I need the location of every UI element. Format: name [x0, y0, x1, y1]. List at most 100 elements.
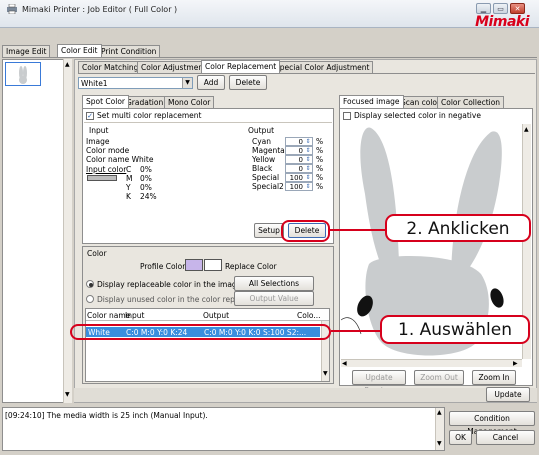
input-y-value: 0% — [140, 183, 152, 192]
tab-color-matching[interactable]: Color Matching — [78, 61, 143, 73]
tab-color-adjustment[interactable]: Color Adjustment — [137, 61, 211, 73]
stepper-arrows-icon[interactable]: ⇕ — [304, 183, 312, 191]
replace-color-label: Replace Color — [225, 262, 277, 271]
input-y-label: Y — [126, 183, 131, 192]
delete-set-button[interactable]: Delete — [229, 75, 267, 90]
stepper-arrows-icon[interactable]: ⇕ — [304, 147, 312, 155]
output-yellow-stepper[interactable]: 0 ⇕ — [285, 155, 313, 164]
add-button[interactable]: Add — [197, 75, 225, 90]
col-header-input: Input — [125, 311, 145, 320]
minimize-button[interactable]: ▁ — [476, 3, 491, 14]
color-name-label: Color name White — [86, 155, 154, 164]
scroll-up-arrow-icon[interactable]: ▲ — [65, 61, 70, 68]
negative-checkbox[interactable] — [343, 112, 351, 120]
scroll-up-arrow-icon[interactable]: ▲ — [437, 409, 442, 416]
delete-highlight-ring — [281, 220, 330, 242]
maximize-button[interactable]: ▭ — [493, 3, 508, 14]
printer-app-icon — [7, 4, 17, 14]
scroll-down-arrow-icon[interactable]: ▼ — [65, 391, 70, 398]
input-m-label: M — [126, 174, 133, 183]
stepper-arrows-icon[interactable]: ⇕ — [304, 156, 312, 164]
output-cyan-label: Cyan — [252, 137, 272, 146]
output-special2-label: Special2 — [252, 182, 284, 191]
setup-button[interactable]: Setup — [254, 223, 284, 238]
log-scrollbar[interactable]: ▲ ▼ — [435, 408, 444, 450]
replace-color-swatch — [204, 259, 222, 271]
callout-click: 2. Anklicken — [385, 214, 531, 242]
output-special-label: Special — [252, 173, 280, 182]
image-label: Image — [86, 137, 110, 146]
spot-divider — [84, 122, 332, 123]
tab-print-condition[interactable]: Print Condition — [97, 45, 161, 57]
thumbnail-item[interactable] — [5, 62, 41, 86]
mimaki-logo: Mimaki — [475, 14, 529, 30]
scroll-right-arrow-icon[interactable]: ▶ — [513, 360, 518, 367]
output-yellow-percent: % — [316, 155, 324, 164]
tab-spot-color[interactable]: Spot Color — [82, 95, 130, 108]
input-m-value: 0% — [140, 174, 152, 183]
tab-color-collection[interactable]: Color Collection — [437, 96, 505, 108]
output-special-value: 100 — [289, 174, 303, 182]
scroll-up-arrow-icon[interactable]: ▲ — [524, 126, 529, 133]
scroll-down-arrow-icon[interactable]: ▼ — [437, 440, 442, 447]
zoom-in-button[interactable]: Zoom In — [472, 370, 516, 385]
tab-image-edit[interactable]: Image Edit — [2, 45, 51, 57]
scroll-left-arrow-icon[interactable]: ◀ — [342, 360, 347, 367]
tab-focused-image[interactable]: Focused image — [339, 95, 404, 108]
condition-management-button[interactable]: Condition Management — [449, 411, 535, 436]
scroll-down-arrow-icon[interactable]: ▼ — [323, 370, 328, 377]
output-special2-value: 100 — [289, 183, 303, 191]
stepper-arrows-icon[interactable]: ⇕ — [304, 165, 312, 173]
set-multi-checkbox[interactable]: ✓ — [86, 112, 94, 120]
input-c-label: C — [126, 165, 132, 174]
tab-color-edit[interactable]: Color Edit — [57, 44, 102, 57]
input-k-label: K — [126, 192, 131, 201]
tab-color-replacement[interactable]: Color Replacement — [201, 60, 281, 73]
output-cyan-stepper[interactable]: 0 ⇕ — [285, 137, 313, 146]
callout-connector-select — [331, 330, 380, 332]
output-black-stepper[interactable]: 0 ⇕ — [285, 164, 313, 173]
thumbnail-scrollbar[interactable]: ▲ ▼ — [63, 59, 72, 403]
output-header: Output — [248, 126, 275, 135]
cancel-button[interactable]: Cancel — [476, 430, 535, 445]
update-button[interactable]: Update — [486, 387, 530, 402]
ok-button[interactable]: OK — [449, 430, 472, 445]
output-special2-stepper[interactable]: 100 ⇕ — [285, 182, 313, 191]
output-black-label: Black — [252, 164, 273, 173]
input-color-label: Input color — [86, 165, 127, 174]
color-set-value: White1 — [81, 79, 108, 88]
table-header-divider — [86, 320, 329, 321]
output-yellow-value: 0 — [298, 156, 303, 164]
close-button[interactable]: ✕ — [510, 3, 525, 14]
output-value-acquisition-button[interactable]: Output Value Acquisition — [234, 291, 314, 316]
color-set-select[interactable]: White1 ▼ — [78, 77, 193, 89]
subtab-divider — [78, 73, 535, 74]
tab-mono-color[interactable]: Mono Color — [164, 96, 215, 108]
all-selections-button[interactable]: All Selections — [234, 276, 314, 291]
callout-connector-click — [330, 229, 386, 231]
stepper-arrows-icon[interactable]: ⇕ — [304, 138, 312, 146]
output-magenta-stepper[interactable]: 0 ⇕ — [285, 146, 313, 155]
radio-display-replaceable[interactable] — [86, 280, 94, 288]
radio-display-unused[interactable] — [86, 295, 94, 303]
output-magenta-percent: % — [316, 146, 324, 155]
output-special-stepper[interactable]: 100 ⇕ — [285, 173, 313, 182]
thumbnail-panel — [2, 59, 64, 403]
col-header-output: Output — [203, 311, 230, 320]
chevron-down-icon[interactable]: ▼ — [182, 78, 192, 88]
window-title: Mimaki Printer : Job Editor ( Full Color… — [22, 5, 178, 14]
output-magenta-value: 0 — [298, 147, 303, 155]
zoom-out-button[interactable]: Zoom Out — [414, 370, 464, 385]
profile-color-label: Profile Color — [140, 262, 186, 271]
tab-special-color-adjustment[interactable]: Special Color Adjustment — [271, 61, 374, 73]
update-bar — [74, 388, 537, 402]
col-header-name: Color name — [87, 311, 131, 320]
update-preview-button[interactable]: Update Preview — [352, 370, 406, 395]
callout-select: 1. Auswählen — [380, 315, 530, 344]
radio-display-unused-label: Display unused color in the color replac… — [97, 295, 253, 304]
color-section-title: Color — [87, 249, 107, 258]
set-multi-label: Set multi color replacement — [97, 111, 202, 120]
preview-h-scrollbar[interactable]: ◀ ▶ — [341, 359, 522, 367]
output-special2-percent: % — [316, 182, 324, 191]
stepper-arrows-icon[interactable]: ⇕ — [304, 174, 312, 182]
